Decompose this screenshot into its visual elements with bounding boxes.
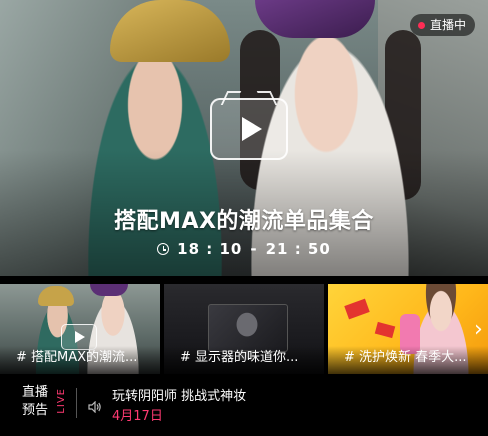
preview-date: 4月17日 bbox=[112, 409, 163, 424]
play-button[interactable] bbox=[210, 91, 288, 160]
thumbnail-card[interactable]: # 洗护焕新 春季大... bbox=[328, 284, 488, 374]
clock-icon bbox=[157, 243, 170, 255]
thumbnail-label: # 显示器的味道你... bbox=[180, 350, 299, 365]
time-end: 21 : 50 bbox=[265, 240, 331, 258]
preview-title[interactable]: 玩转阴阳师 挑战式神妆 bbox=[112, 385, 246, 404]
live-preview-label-line2: 预告 bbox=[22, 403, 49, 418]
thumbnail-card[interactable]: # 搭配MAX的潮流... bbox=[0, 284, 160, 374]
monitor-image bbox=[208, 304, 288, 352]
play-icon bbox=[75, 331, 85, 343]
divider bbox=[76, 388, 77, 418]
thumbnail-strip: # 搭配MAX的潮流... # 显示器的味道你... # 洗护焕新 春季大... bbox=[0, 276, 488, 374]
thumbnail-model-right-cap bbox=[90, 284, 128, 296]
live-status-label: 直播中 bbox=[430, 18, 467, 32]
red-envelope-image bbox=[374, 321, 396, 339]
live-stream-widget: 直播中 搭配MAX的潮流单品集合 18 : 10 - 21 : 50 # 搭配M… bbox=[0, 0, 488, 436]
live-status-badge: 直播中 bbox=[410, 14, 476, 36]
thumbnail-card[interactable]: # 显示器的味道你... bbox=[164, 284, 324, 374]
hero-banner[interactable]: 直播中 搭配MAX的潮流单品集合 18 : 10 - 21 : 50 bbox=[0, 0, 488, 276]
hero-model-right-cap bbox=[255, 0, 375, 38]
next-arrow-icon[interactable]: › bbox=[474, 318, 488, 342]
time-separator: - bbox=[250, 240, 258, 258]
speaker-icon bbox=[88, 401, 101, 413]
thumbnail-label: # 搭配MAX的潮流... bbox=[16, 350, 138, 365]
live-preview-bar[interactable]: 直播 预告 LIVE 玩转阴阳师 挑战式神妆 4月17日 bbox=[0, 374, 488, 436]
live-preview-label-line1: 直播 bbox=[22, 385, 49, 400]
hero-title: 搭配MAX的潮流单品集合 bbox=[114, 209, 374, 234]
red-envelope-image bbox=[344, 298, 370, 320]
thumbnail-model-left-cap bbox=[38, 286, 74, 306]
thumbnail-label: # 洗护焕新 春季大... bbox=[344, 350, 467, 365]
time-start: 18 : 10 bbox=[177, 240, 243, 258]
live-vertical-text: LIVE bbox=[56, 388, 67, 414]
live-dot-icon bbox=[418, 21, 425, 29]
live-preview-label: 直播 预告 bbox=[22, 384, 50, 420]
play-icon bbox=[242, 117, 262, 141]
hero-time: 18 : 10 - 21 : 50 bbox=[0, 240, 488, 258]
